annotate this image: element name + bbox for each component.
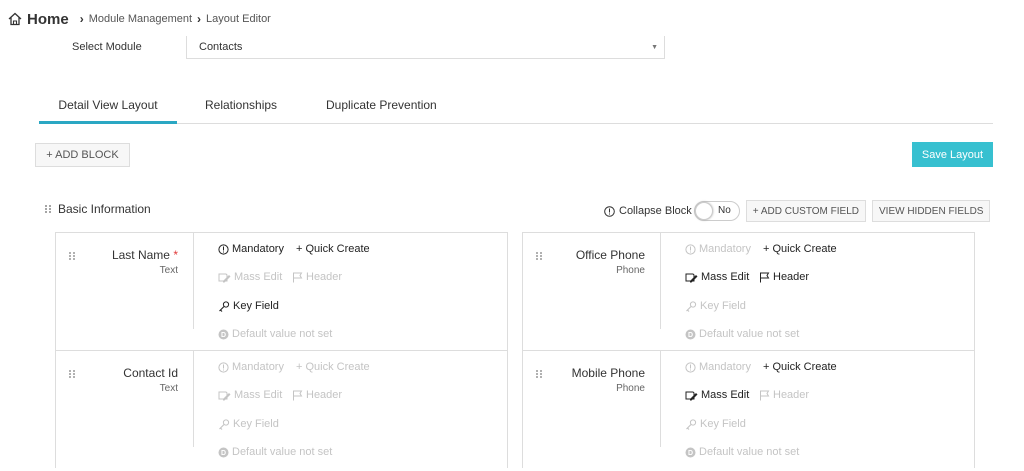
key-icon [686,418,697,430]
field-card: Office Phone Phone Mandatory + Quick Crea… [522,232,975,350]
tab-relationships[interactable]: Relationships [205,98,277,124]
chevron-right-icon: › [79,12,84,26]
field-card: Mobile Phone Phone Mandatory + Quick Crea… [522,350,975,468]
flag-icon [760,390,770,400]
default-value-option: D Default value not set [218,328,332,340]
breadcrumb-layout-editor: Layout Editor [206,13,271,25]
default-value-option: D Default value not set [685,446,799,458]
field-card: Last Name * Text Mandatory + Quick Create… [55,232,508,350]
field-type: Phone [616,383,645,394]
layout-tabs: Detail View Layout Relationships Duplica… [39,92,993,124]
default-value-icon: D [218,447,229,457]
key-field-option[interactable]: Key Field [685,300,746,312]
divider [660,351,661,447]
info-icon [218,243,229,255]
block-header: Basic Information [44,202,151,216]
default-value-icon: D [218,329,229,339]
required-marker: * [173,248,178,262]
mass-edit-option[interactable]: Mass Edit [685,271,749,283]
field-type: Phone [616,265,645,276]
module-select-value: Contacts [199,41,243,53]
key-icon [219,418,230,430]
add-block-button[interactable]: + ADD BLOCK [35,143,130,167]
svg-text:D: D [688,332,693,339]
flag-icon [293,390,303,400]
info-icon [604,205,615,217]
drag-handle-icon[interactable] [535,251,543,261]
mass-edit-icon [218,273,231,282]
header-option[interactable]: Header [292,389,342,401]
drag-handle-icon[interactable] [68,251,76,261]
header-option[interactable]: Header [759,389,809,401]
tab-detail-view-layout[interactable]: Detail View Layout [39,98,177,124]
drag-handle-icon[interactable] [68,369,76,379]
svg-text:D: D [688,450,693,457]
mass-edit-icon [685,273,698,282]
field-name: Mobile Phone [571,366,645,380]
home-icon[interactable] [8,12,22,26]
svg-text:D: D [221,332,226,339]
flag-icon [293,272,303,282]
field-name: Contact Id [123,366,178,380]
field-type: Text [159,265,178,276]
default-value-option: D Default value not set [218,446,332,458]
mass-edit-icon [218,391,231,400]
caret-down-icon: ▼ [651,44,658,51]
key-field-option[interactable]: Key Field [685,418,746,430]
divider [193,233,194,329]
divider [660,233,661,329]
info-icon [685,243,696,255]
drag-handle-icon[interactable] [44,204,52,214]
select-module-label: Select Module [72,41,142,53]
mass-edit-option[interactable]: Mass Edit [685,389,749,401]
key-icon [219,300,230,312]
info-icon [685,361,696,373]
quick-create-option[interactable]: + Quick Create [763,361,837,373]
key-field-option[interactable]: Key Field [218,418,279,430]
flag-icon [760,272,770,282]
block-title: Basic Information [58,202,151,216]
mass-edit-icon [685,391,698,400]
drag-handle-icon[interactable] [535,369,543,379]
default-value-icon: D [685,329,696,339]
key-field-option[interactable]: Key Field [218,300,279,312]
mandatory-option[interactable]: Mandatory [218,361,284,373]
chevron-right-icon: › [197,12,202,26]
view-hidden-fields-button[interactable]: VIEW HIDDEN FIELDS [872,200,991,222]
field-name: Office Phone [575,248,645,262]
mandatory-option[interactable]: Mandatory [685,361,751,373]
quick-create-option[interactable]: + Quick Create [296,361,370,373]
breadcrumb-home[interactable]: Home [27,11,69,28]
breadcrumb: Home › Module Management › Layout Editor [8,10,271,28]
toggle-value: No [717,205,731,216]
add-custom-field-button[interactable]: + ADD CUSTOM FIELD [745,200,866,222]
mass-edit-option[interactable]: Mass Edit [218,389,282,401]
mandatory-option[interactable]: Mandatory [218,243,284,255]
info-icon [218,361,229,373]
mass-edit-option[interactable]: Mass Edit [218,271,282,283]
header-option[interactable]: Header [292,271,342,283]
default-value-icon: D [685,447,696,457]
key-icon [686,300,697,312]
quick-create-option[interactable]: + Quick Create [296,243,370,255]
field-card: Contact Id Text Mandatory + Quick Create M… [55,350,508,468]
default-value-option: D Default value not set [685,328,799,340]
collapse-block-label: Collapse Block [619,205,692,217]
quick-create-option[interactable]: + Quick Create [763,243,837,255]
module-select[interactable]: Contacts ▼ [186,36,665,59]
field-type: Text [159,383,178,394]
breadcrumb-module-management[interactable]: Module Management [89,13,192,25]
tab-duplicate-prevention[interactable]: Duplicate Prevention [326,98,437,124]
mandatory-option[interactable]: Mandatory [685,243,751,255]
toggle-knob [694,202,713,220]
collapse-block-toggle[interactable]: No [693,201,740,221]
save-layout-button[interactable]: Save Layout [912,142,993,167]
block-actions: Collapse Block No + ADD CUSTOM FIELD VIE… [604,200,991,222]
field-name: Last Name * [111,248,178,262]
svg-text:D: D [221,450,226,457]
divider [193,351,194,447]
header-option[interactable]: Header [759,271,809,283]
